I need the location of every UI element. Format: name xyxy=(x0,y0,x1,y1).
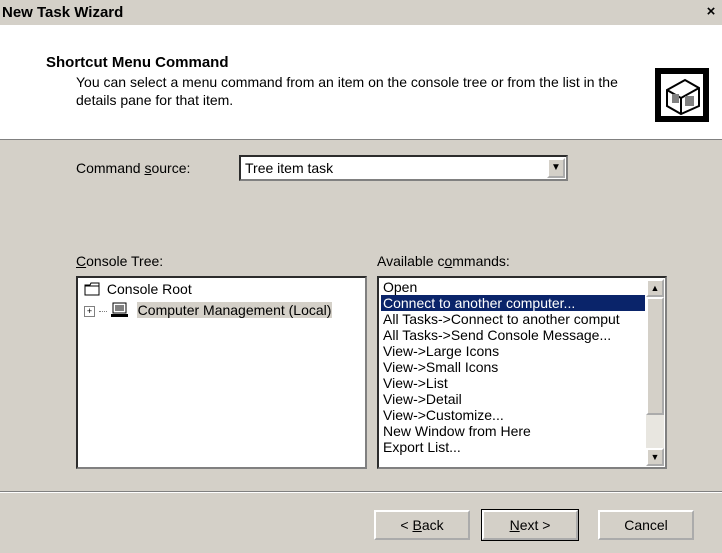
close-button[interactable]: × xyxy=(702,3,720,21)
command-source-label: Command source: xyxy=(76,160,191,176)
page-title: Shortcut Menu Command xyxy=(46,54,229,71)
command-source-select[interactable]: Tree item task ▼ xyxy=(239,155,568,181)
list-item[interactable]: All Tasks->Connect to another comput xyxy=(381,311,645,327)
command-source-value: Tree item task xyxy=(245,160,334,176)
tree-item-label: Computer Management (Local) xyxy=(136,302,333,318)
list-item[interactable]: View->Small Icons xyxy=(381,359,645,375)
list-item[interactable]: View->Customize... xyxy=(381,407,645,423)
available-commands-list[interactable]: Open Connect to another computer... All … xyxy=(377,276,667,469)
window-title: New Task Wizard xyxy=(2,4,124,21)
tree-connector xyxy=(98,311,107,312)
computer-icon xyxy=(110,302,128,317)
cancel-button[interactable]: Cancel xyxy=(598,510,694,540)
next-button[interactable]: Next > xyxy=(481,509,579,541)
scrollbar-thumb[interactable] xyxy=(646,297,664,415)
tree-item-computer-management[interactable]: + Computer Management (Local) xyxy=(84,302,333,320)
list-item[interactable]: All Tasks->Send Console Message... xyxy=(381,327,645,343)
title-bar: New Task Wizard × xyxy=(0,0,722,25)
wizard-header: Shortcut Menu Command You can select a m… xyxy=(0,25,722,140)
list-item[interactable]: New Window from Here xyxy=(381,423,645,439)
back-button[interactable]: < Back xyxy=(374,510,470,540)
tree-item-console-root[interactable]: Console Root xyxy=(84,281,192,299)
list-item[interactable]: View->List xyxy=(381,375,645,391)
folder-icon xyxy=(84,282,100,296)
list-item-selected[interactable]: Connect to another computer... xyxy=(381,295,645,311)
console-tree-label: Console Tree: xyxy=(76,253,164,269)
list-item[interactable]: Export List... xyxy=(381,439,645,455)
expand-icon[interactable]: + xyxy=(84,306,95,317)
console-tree[interactable]: Console Root + Computer Management (Loca… xyxy=(76,276,367,469)
list-item[interactable]: View->Large Icons xyxy=(381,343,645,359)
page-description: You can select a menu command from an it… xyxy=(76,74,618,108)
list-item[interactable]: View->Detail xyxy=(381,391,645,407)
divider xyxy=(0,492,722,493)
tree-item-label: Console Root xyxy=(106,281,192,297)
available-commands-label: Available commands: xyxy=(377,253,510,269)
list-item[interactable]: Open xyxy=(381,279,645,295)
scroll-down-icon[interactable]: ▼ xyxy=(646,448,664,466)
wizard-icon xyxy=(655,68,709,122)
vertical-scrollbar[interactable]: ▲ ▼ xyxy=(646,279,664,466)
chevron-down-icon[interactable]: ▼ xyxy=(547,158,565,178)
scroll-up-icon[interactable]: ▲ xyxy=(646,279,664,297)
